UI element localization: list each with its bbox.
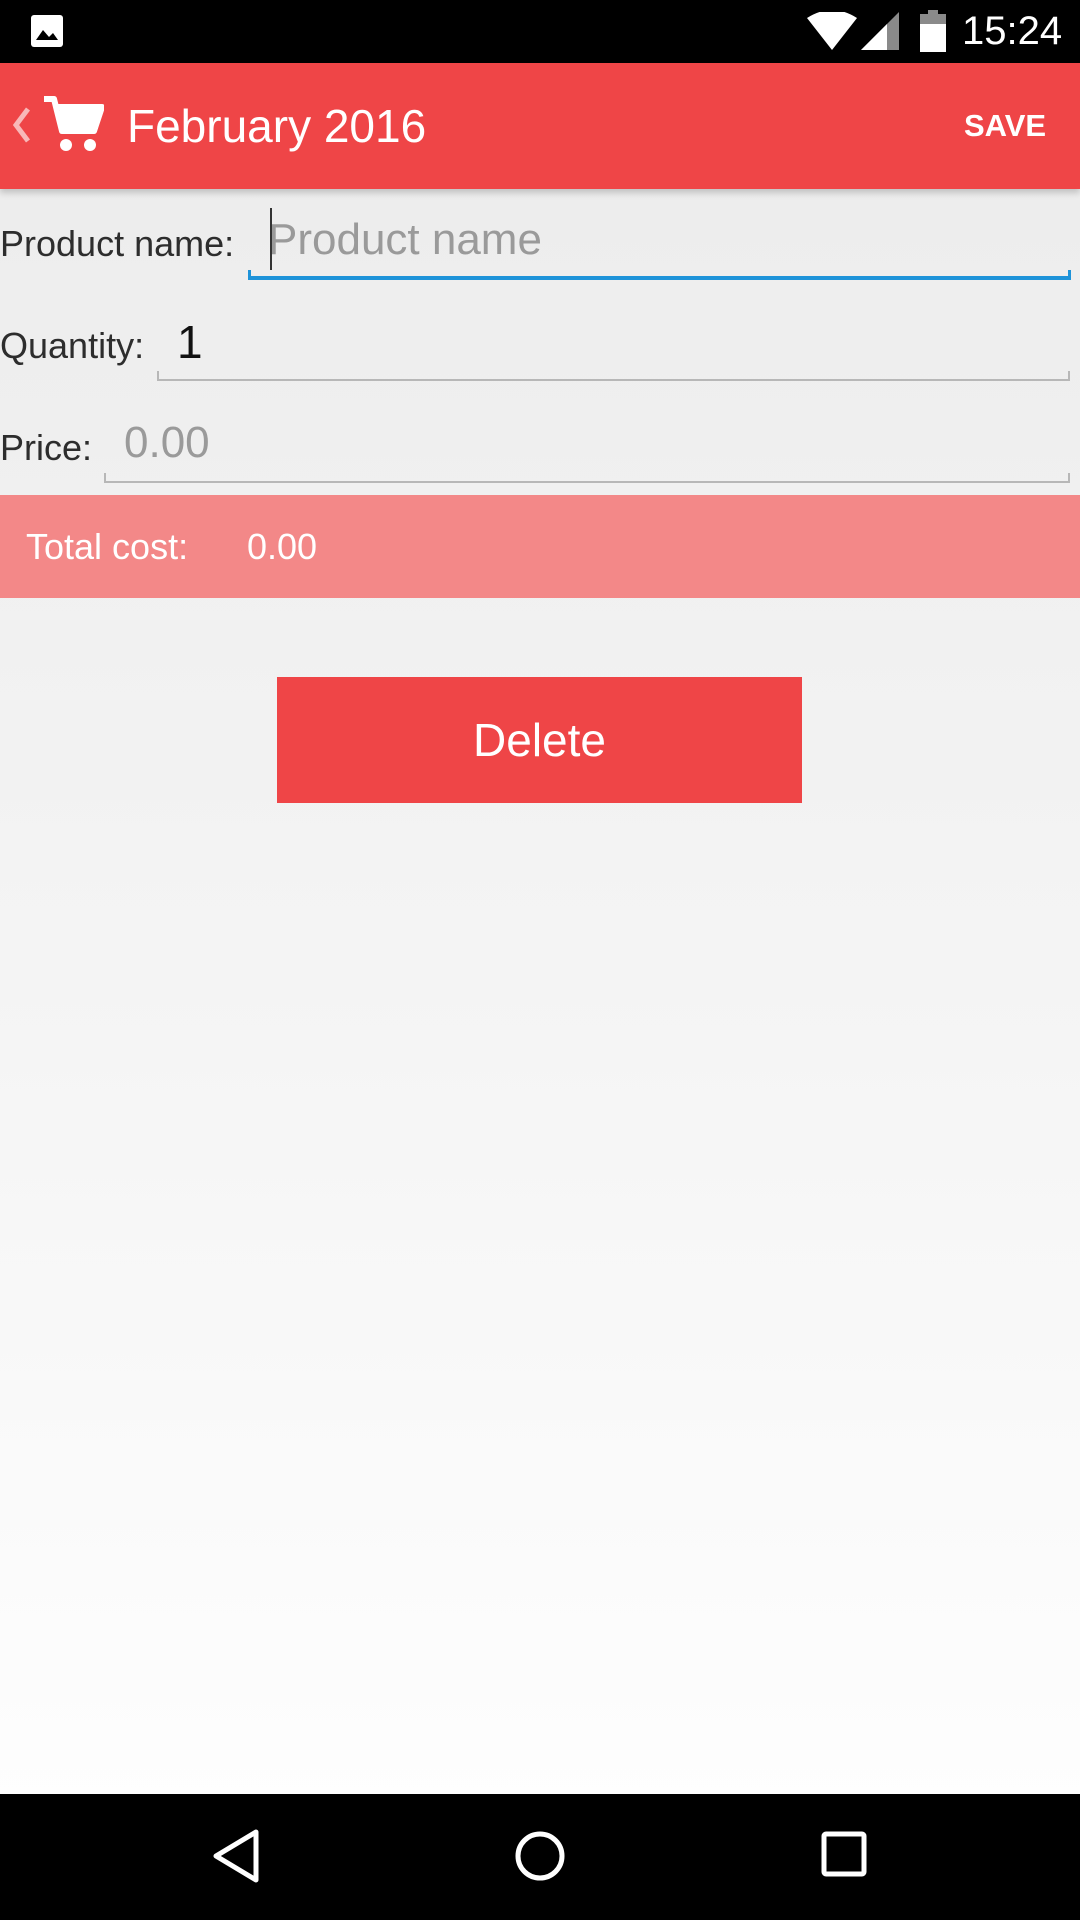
- cart-icon: [44, 96, 104, 151]
- price-underline: [104, 481, 1070, 483]
- underline-edge: [1068, 371, 1070, 381]
- total-cost-value: 0.00: [247, 526, 318, 567]
- delete-button[interactable]: Delete: [277, 677, 802, 803]
- back-icon[interactable]: [10, 105, 32, 145]
- back-triangle-icon[interactable]: [212, 1828, 260, 1884]
- price-label: Price:: [0, 427, 93, 468]
- underline-edge: [1068, 473, 1070, 483]
- underline-edge: [157, 371, 159, 381]
- underline-edge: [248, 270, 251, 280]
- text-cursor: [270, 208, 272, 270]
- product-name-underline: [248, 276, 1070, 280]
- total-cost-label: Total cost:: [26, 526, 189, 567]
- quantity-underline: [157, 379, 1070, 381]
- home-circle-icon[interactable]: [514, 1828, 566, 1884]
- app-bar: February 2016 SAVE: [0, 63, 1080, 189]
- signal-icon: [861, 12, 899, 50]
- battery-icon: [920, 10, 946, 52]
- underline-edge: [1068, 270, 1071, 280]
- save-button[interactable]: SAVE: [950, 101, 1060, 151]
- quantity-input[interactable]: [157, 305, 1070, 379]
- product-name-input[interactable]: [248, 203, 1070, 277]
- status-time: 15:24: [962, 9, 1063, 53]
- status-bar: 15:24: [0, 0, 1080, 63]
- page-title: February 2016: [127, 100, 427, 152]
- navigation-bar: [0, 1794, 1080, 1920]
- gallery-icon: [31, 15, 63, 47]
- recents-square-icon[interactable]: [820, 1830, 868, 1878]
- quantity-label: Quantity:: [0, 325, 145, 366]
- wifi-icon: [807, 12, 857, 50]
- product-name-label: Product name:: [0, 223, 235, 264]
- total-bar: Total cost: 0.00: [0, 495, 1080, 598]
- price-input[interactable]: [104, 406, 1070, 480]
- underline-edge: [104, 473, 106, 483]
